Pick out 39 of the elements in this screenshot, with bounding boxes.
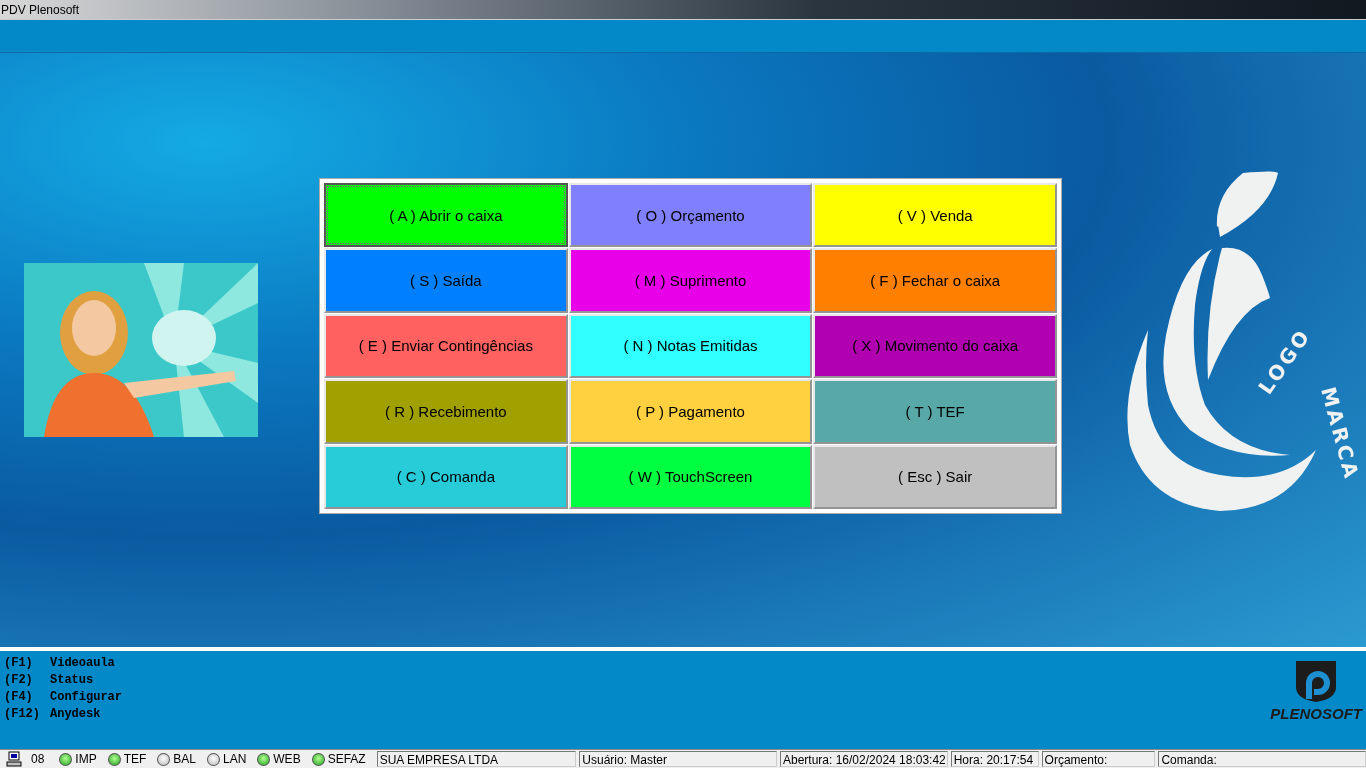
menu-button[interactable]: ( Esc ) Sair bbox=[813, 444, 1057, 509]
shortcut-key: (F1) bbox=[4, 655, 50, 672]
shortcut-label[interactable]: Videoaula bbox=[50, 655, 115, 672]
menu-button[interactable]: ( T ) TEF bbox=[813, 379, 1057, 444]
indicator-label: TEF bbox=[123, 752, 147, 766]
shortcut-label[interactable]: Anydesk bbox=[50, 706, 101, 723]
shortcut-key: (F4) bbox=[4, 689, 50, 706]
status-field: Hora: 20:17:54 bbox=[950, 751, 1039, 767]
menu-button[interactable]: ( W ) TouchScreen bbox=[568, 444, 813, 509]
window-title: PDV Plenosoft bbox=[1, 2, 80, 17]
indicator-label: LAN bbox=[222, 752, 247, 766]
brand-name: PLENOSOFT bbox=[1270, 705, 1362, 722]
menu-button[interactable]: ( N ) Notas Emitidas bbox=[568, 313, 813, 379]
shield-logo-icon bbox=[1294, 659, 1339, 703]
menu-button[interactable]: ( A ) Abrir o caixa bbox=[324, 183, 568, 248]
menu-button[interactable]: ( C ) Comanda bbox=[324, 444, 568, 509]
menu-button[interactable]: ( M ) Suprimento bbox=[568, 248, 813, 313]
status-field: Usuário: Master bbox=[579, 751, 777, 767]
menu-button[interactable]: ( F ) Fechar o caixa bbox=[813, 248, 1057, 313]
status-field: Orçamento: bbox=[1041, 751, 1156, 767]
menu-button[interactable]: ( P ) Pagamento bbox=[568, 379, 813, 444]
menu-button[interactable]: ( S ) Saída bbox=[324, 248, 568, 313]
terminal-number: 08 bbox=[30, 752, 45, 766]
shortcut-label[interactable]: Status bbox=[50, 672, 94, 689]
indicator-label: IMP bbox=[75, 752, 97, 766]
status-field: SUA EMPRESA LTDA bbox=[376, 751, 577, 767]
indicator-label: SEFAZ bbox=[327, 752, 366, 766]
menu-button[interactable]: ( R ) Recebimento bbox=[324, 379, 568, 444]
shortcut-label[interactable]: Configurar bbox=[50, 689, 122, 706]
menu-button[interactable]: ( V ) Venda bbox=[813, 183, 1057, 248]
shortcut-key: (F2) bbox=[4, 672, 50, 689]
indicator-label: BAL bbox=[173, 752, 196, 766]
menu-button[interactable]: ( O ) Orçamento bbox=[568, 183, 813, 248]
menu-button[interactable]: ( E ) Enviar Contingências bbox=[324, 313, 568, 379]
status-field: Comanda: bbox=[1158, 751, 1366, 767]
status-field: Abertura: 16/02/2024 18:03:42 bbox=[780, 751, 948, 767]
shortcut-key: (F12) bbox=[4, 706, 50, 723]
indicator-label: WEB bbox=[273, 752, 301, 766]
computer-icon bbox=[6, 751, 22, 767]
